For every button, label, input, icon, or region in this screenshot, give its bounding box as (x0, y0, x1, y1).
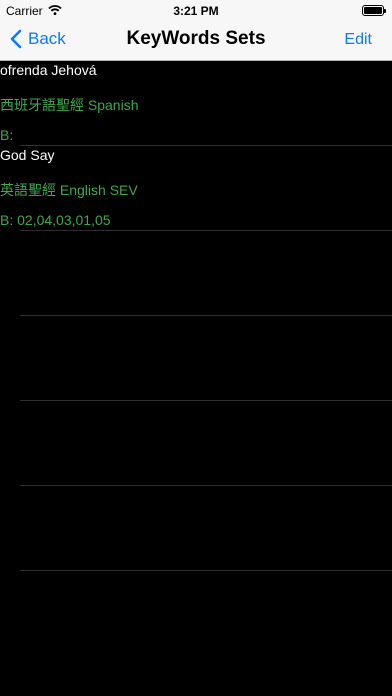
empty-list-item (0, 401, 392, 486)
back-button[interactable]: Back (10, 29, 66, 49)
list-item[interactable]: God Say 英語聖經 English SEV B: 02,04,03,01,… (0, 146, 392, 231)
keyword-sets-list: ofrenda Jehová 西班牙語聖經 Spanish B: God Say… (0, 61, 392, 696)
battery-icon (362, 5, 386, 16)
status-bar: Carrier 3:21 PM (0, 0, 392, 22)
chevron-left-icon (10, 29, 22, 49)
book-text: B: (0, 127, 14, 143)
empty-list-item (0, 316, 392, 401)
navigation-bar: Back KeyWords Sets Edit (0, 22, 392, 61)
bible-version-text: 英語聖經 English SEV (0, 182, 138, 198)
book-text: B: 02,04,03,01,05 (0, 212, 111, 228)
status-time: 3:21 PM (173, 4, 219, 18)
empty-list-item (0, 231, 392, 316)
bible-version-text: 西班牙語聖經 Spanish (0, 97, 139, 113)
keywords-text: God Say (0, 147, 55, 163)
list-item[interactable]: ofrenda Jehová 西班牙語聖經 Spanish B: (0, 61, 392, 146)
edit-button[interactable]: Edit (344, 31, 372, 49)
keywords-text: ofrenda Jehová (0, 62, 97, 78)
empty-list-item (0, 486, 392, 571)
back-label: Back (28, 29, 66, 48)
empty-list-item (0, 571, 392, 656)
